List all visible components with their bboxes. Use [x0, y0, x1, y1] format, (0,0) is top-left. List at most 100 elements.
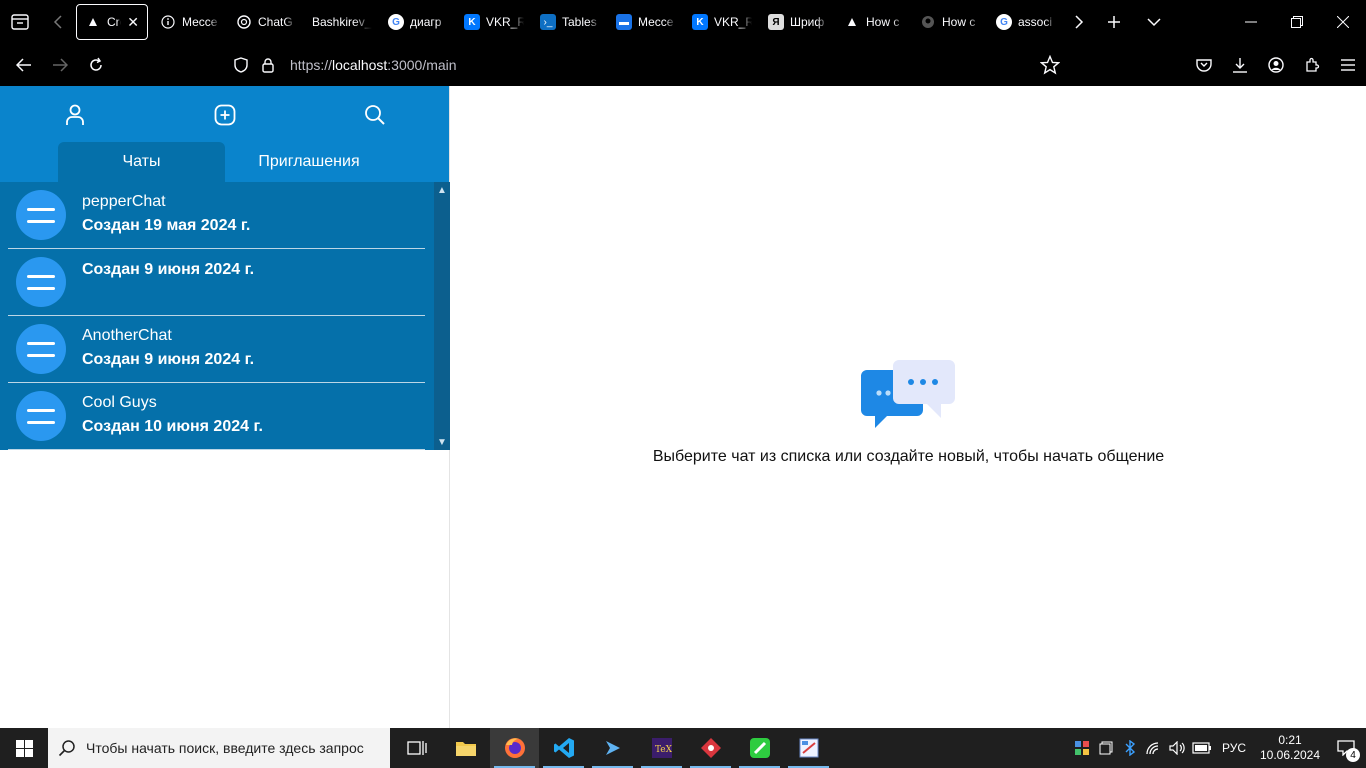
- restore-icon[interactable]: [1274, 0, 1320, 44]
- tab-messenger[interactable]: Мессе: [152, 4, 228, 40]
- back-icon[interactable]: [6, 49, 42, 81]
- taskbar-search[interactable]: Чтобы начать поиск, введите здесь запрос: [48, 728, 390, 768]
- tab-tables[interactable]: ›_ Tables: [532, 4, 608, 40]
- paint-app-icon[interactable]: [784, 728, 833, 768]
- wifi-icon[interactable]: [1142, 728, 1166, 768]
- tab-google-assoc[interactable]: Gassoci: [988, 4, 1064, 40]
- git-app-icon[interactable]: [686, 728, 735, 768]
- clock[interactable]: 0:21 10.06.2024: [1254, 733, 1326, 763]
- svg-text:TeX: TeX: [655, 745, 673, 755]
- chat-list-scrollbar[interactable]: ▲ ▼: [434, 182, 450, 450]
- chat-created-date: Создан 9 июня 2024 г.: [82, 261, 255, 278]
- triangle-icon: [844, 14, 860, 30]
- chat-item[interactable]: AnotherChat Создан 9 июня 2024 г.: [8, 316, 425, 383]
- scroll-up-icon[interactable]: ▲: [434, 182, 450, 198]
- volume-icon[interactable]: [1166, 728, 1190, 768]
- tab-google-diagram[interactable]: Gдиагр: [380, 4, 456, 40]
- tab-title: VKR_R: [714, 15, 752, 29]
- tab-title: Bashkirev_: [312, 15, 372, 29]
- system-tray: РУС 0:21 10.06.2024 4: [1070, 728, 1366, 768]
- forward-icon[interactable]: [42, 49, 78, 81]
- minimize-icon[interactable]: [1228, 0, 1274, 44]
- notifications-icon[interactable]: 4: [1326, 728, 1366, 768]
- chat-avatar: [16, 257, 66, 307]
- close-tab-icon[interactable]: ✕: [127, 14, 139, 31]
- url-path: :3000/main: [387, 57, 457, 73]
- search-icon[interactable]: [360, 100, 390, 130]
- lock-icon[interactable]: [256, 57, 280, 73]
- tab-messenger-2[interactable]: ▬ Мессе: [608, 4, 684, 40]
- tab-title: ChatG: [258, 15, 293, 29]
- tab-title: Tables: [562, 15, 597, 29]
- window-controls: [1228, 0, 1366, 44]
- vk-icon: K: [464, 14, 480, 30]
- tray-windows-icon[interactable]: [1094, 728, 1118, 768]
- green-app-icon[interactable]: [735, 728, 784, 768]
- tab-title: associ: [1018, 15, 1053, 29]
- tab-title: How c: [866, 15, 900, 29]
- extensions-icon[interactable]: [1294, 44, 1330, 86]
- chat-item[interactable]: Создан 9 июня 2024 г.: [8, 249, 425, 316]
- browser-tab-bar: Cre ✕ Мессе ChatG Bashkirev_ Gдиагр K VKR…: [0, 0, 1366, 44]
- tab-title: Cre: [107, 15, 121, 29]
- tab-vk-1[interactable]: K VKR_R: [456, 4, 532, 40]
- tab-chatgpt[interactable]: ChatG: [228, 4, 304, 40]
- tab-overview-icon[interactable]: [0, 0, 40, 44]
- battery-icon[interactable]: [1190, 728, 1214, 768]
- chat-created-date: Создан 10 июня 2024 г.: [82, 418, 263, 435]
- chat-created-date: Создан 19 мая 2024 г.: [82, 217, 251, 234]
- tab-howto-1[interactable]: How c: [836, 4, 912, 40]
- close-window-icon[interactable]: [1320, 0, 1366, 44]
- chat-list[interactable]: pepperChat Создан 19 мая 2024 г. Создан …: [0, 182, 450, 450]
- triangle-icon: [85, 14, 101, 30]
- list-all-tabs-icon[interactable]: [1134, 0, 1174, 44]
- info-icon: [160, 14, 176, 30]
- navigation-bar: https://localhost:3000/main: [0, 44, 1366, 86]
- tracking-protection-icon[interactable]: [226, 57, 256, 73]
- chat-name: pepperChat: [82, 193, 166, 210]
- downloads-icon[interactable]: [1222, 44, 1258, 86]
- tab-howto-github[interactable]: How c: [912, 4, 988, 40]
- notification-count: 4: [1346, 748, 1360, 762]
- firefox-icon[interactable]: [490, 728, 539, 768]
- pocket-icon[interactable]: [1186, 44, 1222, 86]
- url-bar[interactable]: https://localhost:3000/main: [226, 48, 1076, 82]
- task-view-icon[interactable]: [392, 728, 441, 768]
- tray-app-icon[interactable]: [1070, 728, 1094, 768]
- bluetooth-icon[interactable]: [1118, 728, 1142, 768]
- chat-item[interactable]: pepperChat Создан 19 мая 2024 г.: [8, 182, 425, 249]
- tab-active[interactable]: Cre ✕: [76, 4, 148, 40]
- scroll-tabs-right-icon[interactable]: [1064, 0, 1094, 44]
- chat-avatar: [16, 391, 66, 441]
- tab-fonts[interactable]: Я Шриф: [760, 4, 836, 40]
- input-language[interactable]: РУС: [1214, 741, 1254, 755]
- bookmark-star-icon[interactable]: [1039, 54, 1061, 80]
- tab-chats[interactable]: Чаты: [58, 142, 225, 182]
- vscode-icon[interactable]: [539, 728, 588, 768]
- tab-invitations[interactable]: Приглашения: [225, 142, 393, 182]
- google-icon: G: [388, 14, 404, 30]
- tab-vk-2[interactable]: K VKR_R: [684, 4, 760, 40]
- reload-icon[interactable]: [78, 49, 114, 81]
- scroll-down-icon[interactable]: ▼: [434, 434, 450, 450]
- chat-name: Cool Guys: [82, 394, 157, 411]
- tab-bashkirev[interactable]: Bashkirev_: [304, 4, 380, 40]
- account-icon[interactable]: [1258, 44, 1294, 86]
- github-icon: [920, 14, 936, 30]
- chat-item[interactable]: Cool Guys Создан 10 июня 2024 г.: [8, 383, 425, 450]
- url-text[interactable]: https://localhost:3000/main: [290, 57, 457, 73]
- openai-icon: [236, 14, 252, 30]
- terminal-app-icon[interactable]: [588, 728, 637, 768]
- google-icon: G: [996, 14, 1012, 30]
- windows-start-icon[interactable]: [0, 728, 48, 768]
- scroll-tabs-left-icon[interactable]: [40, 0, 76, 44]
- profile-icon[interactable]: [60, 100, 90, 130]
- sidebar: Чаты Приглашения pepperChat Создан 19 ма…: [0, 86, 450, 728]
- texstudio-icon[interactable]: TeX: [637, 728, 686, 768]
- new-tab-icon[interactable]: [1094, 0, 1134, 44]
- taskbar-search-placeholder: Чтобы начать поиск, введите здесь запрос: [86, 740, 364, 756]
- new-chat-icon[interactable]: [210, 100, 240, 130]
- menu-icon[interactable]: [1330, 44, 1366, 86]
- file-explorer-icon[interactable]: [441, 728, 490, 768]
- clock-date: 10.06.2024: [1259, 748, 1321, 762]
